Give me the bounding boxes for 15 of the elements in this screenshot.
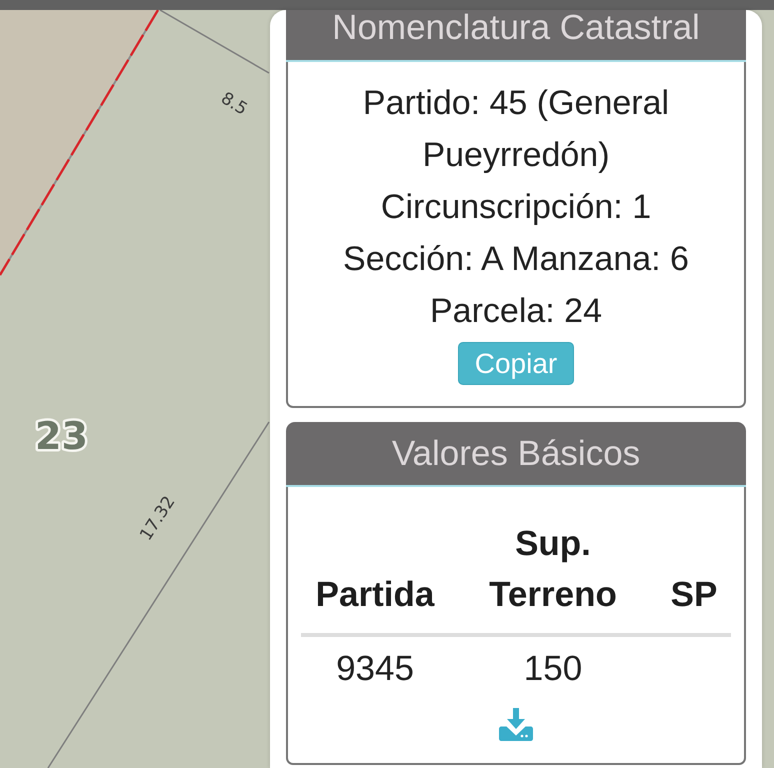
nomenclature-line: Sección: A Manzana: 6: [343, 239, 689, 280]
card-header: Valores Básicos: [286, 422, 746, 487]
download-icon[interactable]: [499, 708, 533, 741]
nomenclature-line: Parcela: 24: [430, 291, 602, 332]
nomenclature-line: Circunscripción: 1: [380, 187, 652, 228]
column-header: Sup. Terreno: [449, 518, 657, 637]
column-header: SP: [657, 518, 731, 637]
copy-button[interactable]: Copiar: [458, 342, 574, 385]
column-header: Partida: [301, 518, 449, 637]
card-header: Nomenclatura Catastral: [286, 10, 746, 62]
table-cell-text: 9345: [335, 648, 415, 689]
table-cell-text: 150: [522, 648, 584, 689]
measurement-label: 8.5: [217, 88, 251, 120]
nomenclature-line: Partido: 45 (General Pueyrredón): [362, 83, 670, 176]
parcel-number: 23: [35, 414, 88, 458]
